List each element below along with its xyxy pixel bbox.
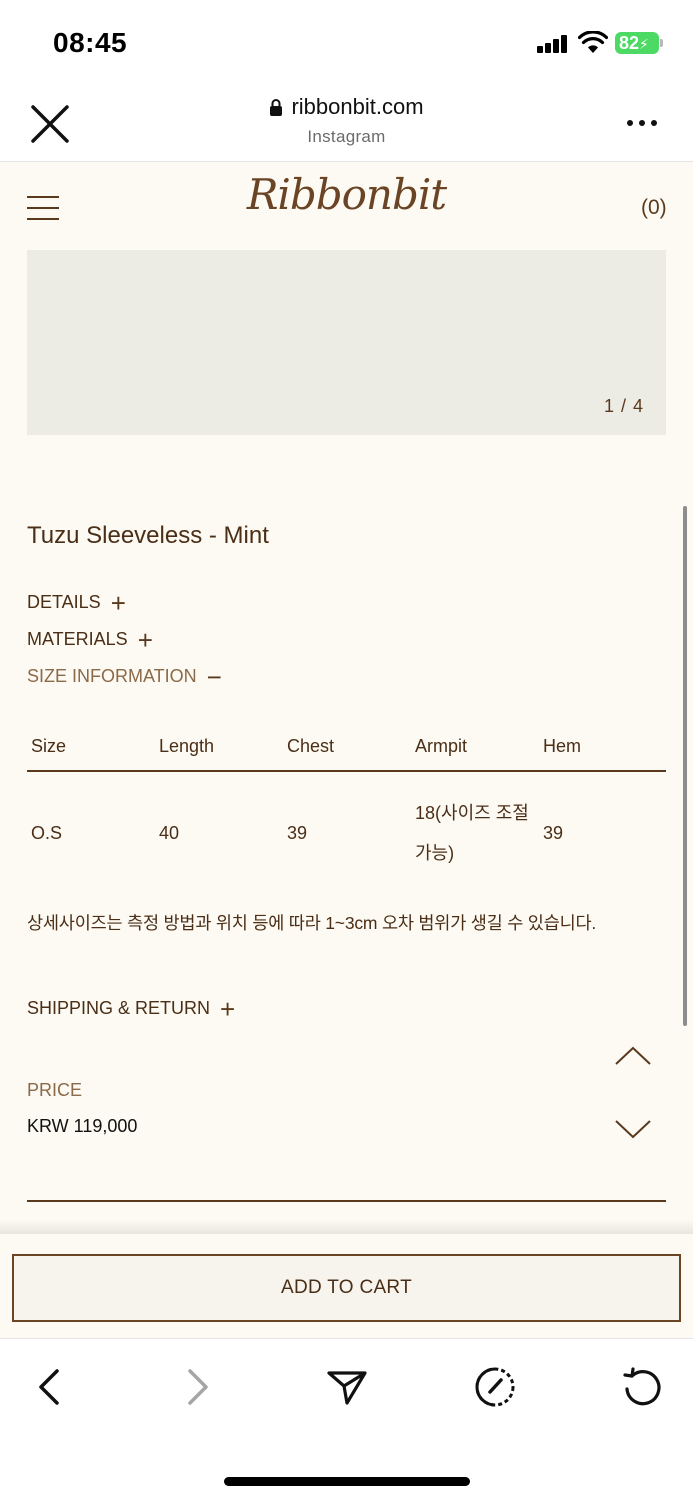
charging-bolt-icon: ⚡ bbox=[639, 36, 649, 52]
home-indicator[interactable] bbox=[224, 1477, 470, 1486]
plus-icon: + bbox=[137, 624, 153, 655]
add-to-cart-button[interactable]: ADD TO CART bbox=[12, 1254, 681, 1322]
size-information-label: SIZE INFORMATION bbox=[27, 666, 197, 686]
forward-icon[interactable] bbox=[176, 1365, 220, 1409]
table-cell: 39 bbox=[543, 822, 564, 843]
cart-count[interactable]: (0) bbox=[641, 196, 667, 220]
battery-tip bbox=[660, 39, 663, 47]
chevron-up-icon[interactable] bbox=[614, 1044, 652, 1068]
details-label: DETAILS bbox=[27, 592, 101, 612]
size-information-toggle[interactable]: SIZE INFORMATION − bbox=[27, 661, 222, 692]
cellular-signal-icon bbox=[537, 35, 569, 53]
status-bar: 08:45 82⚡ bbox=[0, 0, 693, 82]
add-to-cart-bar: ADD TO CART bbox=[0, 1234, 693, 1338]
column-header: Chest bbox=[283, 722, 411, 772]
product-gallery[interactable]: 1 / 4 bbox=[27, 250, 666, 435]
column-header: Armpit bbox=[411, 722, 539, 772]
column-header: Length bbox=[155, 722, 283, 772]
plus-icon: + bbox=[220, 993, 236, 1024]
price-label: PRICE bbox=[27, 1080, 83, 1100]
more-options-icon[interactable] bbox=[627, 120, 659, 128]
address-area[interactable]: ribbonbit.com Instagram bbox=[0, 94, 693, 147]
details-toggle[interactable]: DETAILS + bbox=[27, 587, 126, 618]
size-table: Size Length Chest Armpit Hem O.S 40 39 1… bbox=[27, 722, 666, 893]
site-logo[interactable]: Ribbonbit bbox=[0, 170, 693, 219]
status-time: 08:45 bbox=[53, 27, 128, 58]
plus-icon: + bbox=[110, 587, 126, 618]
table-cell: 18(사이즈 조절 가능) bbox=[415, 802, 529, 863]
reload-icon[interactable] bbox=[621, 1365, 665, 1409]
wifi-icon bbox=[578, 31, 608, 53]
lock-icon bbox=[270, 99, 283, 116]
size-note: 상세사이즈는 측정 방법과 위치 등에 따라 1~3cm 오차 범위가 생길 수… bbox=[27, 913, 597, 933]
browser-subtitle: Instagram bbox=[307, 127, 386, 146]
table-cell: 39 bbox=[287, 822, 308, 843]
product-page: Ribbonbit (0) 1 / 4 Tuzu Sleeveless - Mi… bbox=[0, 162, 693, 1338]
share-icon[interactable] bbox=[325, 1365, 369, 1409]
column-header: Hem bbox=[539, 722, 666, 772]
table-row: O.S 40 39 18(사이즈 조절 가능) 39 bbox=[27, 771, 666, 893]
materials-label: MATERIALS bbox=[27, 629, 128, 649]
table-header-row: Size Length Chest Armpit Hem bbox=[27, 722, 666, 772]
divider bbox=[27, 1200, 666, 1202]
sticky-shadow bbox=[0, 1220, 693, 1234]
shipping-return-label: SHIPPING & RETURN bbox=[27, 998, 211, 1018]
gallery-counter: 1 / 4 bbox=[603, 396, 644, 416]
battery-level: 82 bbox=[619, 33, 640, 53]
product-title: Tuzu Sleeveless - Mint bbox=[27, 522, 269, 549]
battery-indicator: 82⚡ bbox=[615, 32, 659, 54]
scrollbar[interactable] bbox=[683, 506, 687, 1026]
minus-icon: − bbox=[206, 661, 222, 692]
url-text: ribbonbit.com bbox=[291, 94, 424, 119]
shipping-return-toggle[interactable]: SHIPPING & RETURN + bbox=[27, 993, 236, 1024]
back-icon[interactable] bbox=[27, 1365, 71, 1409]
compass-icon[interactable] bbox=[473, 1365, 517, 1409]
browser-header: ribbonbit.com Instagram bbox=[0, 82, 693, 162]
column-header: Size bbox=[27, 722, 155, 772]
browser-toolbar bbox=[0, 1338, 693, 1500]
materials-toggle[interactable]: MATERIALS + bbox=[27, 624, 153, 655]
chevron-down-icon[interactable] bbox=[614, 1117, 652, 1141]
table-cell: O.S bbox=[31, 822, 63, 843]
table-cell: 40 bbox=[159, 822, 180, 843]
price-value: KRW 119,000 bbox=[27, 1116, 138, 1136]
